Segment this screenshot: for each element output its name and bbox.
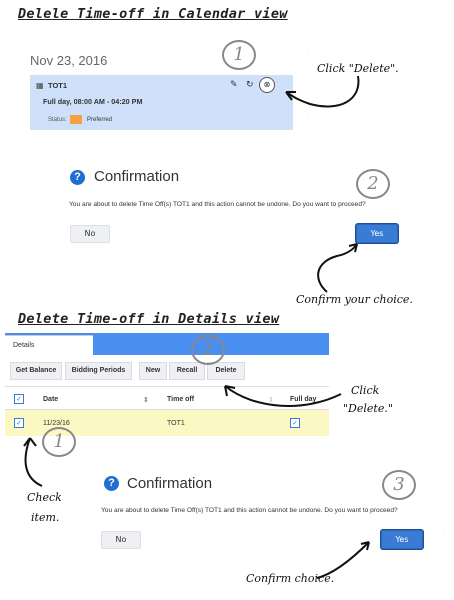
annotation-confirm-choice-2: Confirm choice.: [246, 572, 335, 585]
select-all-checkbox[interactable]: ✓: [14, 394, 24, 404]
annotation-click: Click: [351, 384, 380, 397]
status-swatch: [70, 115, 82, 124]
sort-icon[interactable]: ⇕: [143, 396, 149, 404]
event-name: TOT1: [48, 81, 68, 90]
status-label: Status:: [48, 117, 67, 123]
question-icon: ?: [70, 170, 85, 185]
new-button[interactable]: New: [139, 362, 167, 380]
calendar-date: Nov 23, 2016: [30, 53, 108, 68]
step-number-2-details: 2: [191, 335, 225, 365]
dialog-title: Confirmation: [94, 168, 180, 185]
get-balance-button[interactable]: Get Balance: [10, 362, 62, 380]
step-number-2: 2: [356, 169, 390, 199]
step-number-3: 3: [382, 470, 416, 500]
no-button[interactable]: No: [101, 531, 141, 549]
section-title-calendar: Delele Time-off in Calendar view: [18, 6, 288, 22]
column-time-off[interactable]: Time off: [167, 396, 194, 403]
edit-icon[interactable]: ✎: [230, 80, 238, 90]
annotation-confirm-choice-1: Confirm your choice.: [296, 293, 413, 306]
dialog-message: You are about to delete Time Off(s) TOT1…: [69, 201, 366, 208]
question-icon: ?: [104, 476, 119, 491]
no-button[interactable]: No: [70, 225, 110, 243]
full-day-checkbox: ✓: [290, 418, 300, 428]
yes-button[interactable]: Yes: [381, 530, 423, 549]
step-number-1: 1: [222, 40, 256, 70]
tab-details[interactable]: Details: [5, 335, 93, 357]
time-off-event[interactable]: ▦ TOT1 ✎ ↻ ⊗ Full day, 08:00 AM - 04:20 …: [30, 75, 293, 130]
annotation-check: Check: [27, 491, 62, 504]
recall-icon[interactable]: ↻: [246, 80, 254, 90]
arrow-icon: [224, 385, 342, 407]
event-time: Full day, 08:00 AM - 04:20 PM: [43, 97, 143, 106]
annotation-item: item.: [31, 511, 60, 524]
section-title-details: Delete Time-off in Details view: [18, 311, 280, 327]
arrow-icon: [285, 75, 360, 108]
arrow-icon: [317, 243, 358, 293]
row-date: 11/23/16: [43, 420, 70, 427]
row-checkbox[interactable]: ✓: [14, 418, 24, 428]
row-time-off: TOT1: [167, 420, 185, 427]
calendar-icon: ▦: [36, 81, 44, 90]
annotation-delete: "Delete.": [343, 402, 393, 415]
dialog-message: You are about to delete Time Off(s) TOT1…: [101, 507, 398, 514]
column-date[interactable]: Date: [43, 396, 58, 403]
recall-button[interactable]: Recall: [169, 362, 205, 380]
tab-label: Details: [13, 342, 35, 349]
bidding-periods-button[interactable]: Bidding Periods: [65, 362, 132, 380]
dialog-title: Confirmation: [127, 475, 213, 492]
status-value: Preferred: [87, 117, 113, 123]
arrow-icon: [23, 437, 43, 487]
